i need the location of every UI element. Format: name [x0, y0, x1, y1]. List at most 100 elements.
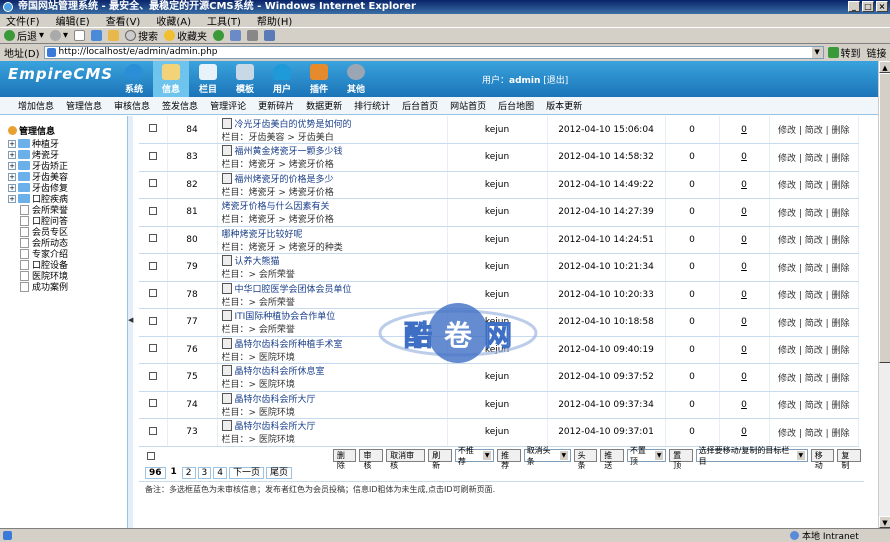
info-title-link[interactable]: 认养大熊猫	[235, 254, 280, 267]
simple-modify-link[interactable]: 简改	[805, 429, 823, 439]
expand-icon[interactable]: +	[8, 150, 16, 159]
info-comments-link[interactable]: 0	[719, 226, 770, 254]
subnav-ranking[interactable]: 排行统计	[354, 99, 390, 112]
sidebar-splitter[interactable]: ◀	[128, 116, 133, 528]
select-all-checkbox[interactable]	[147, 451, 155, 460]
subnav-audit-info[interactable]: 审核信息	[114, 99, 150, 112]
scroll-thumb[interactable]	[879, 73, 890, 363]
delete-link[interactable]: 删除	[832, 291, 850, 301]
delete-link[interactable]: 删除	[832, 429, 850, 439]
row-checkbox[interactable]	[148, 206, 157, 215]
nav-user[interactable]: 用户	[264, 61, 300, 97]
row-checkbox[interactable]	[148, 179, 157, 188]
info-title-link[interactable]: ITI国际种植协会合作单位	[235, 309, 336, 322]
info-comments-link[interactable]: 0	[719, 281, 770, 309]
modify-link[interactable]: 修改	[778, 429, 796, 439]
info-id[interactable]: 76	[167, 336, 218, 364]
menu-tools[interactable]: 工具(T)	[207, 13, 241, 28]
subnav-admin-map[interactable]: 后台地图	[498, 99, 534, 112]
row-checkbox[interactable]	[148, 234, 157, 243]
info-id[interactable]: 80	[167, 226, 218, 254]
simple-modify-link[interactable]: 简改	[805, 209, 823, 219]
subnav-sign-info[interactable]: 签发信息	[162, 99, 198, 112]
info-id[interactable]: 73	[167, 418, 218, 447]
expand-icon[interactable]: +	[8, 139, 16, 148]
modify-link[interactable]: 修改	[778, 401, 796, 411]
info-title-link[interactable]: 中华口腔医学会团体会员单位	[235, 282, 352, 295]
favorites-button[interactable]: 收藏夹	[164, 28, 207, 43]
info-title-link[interactable]: 晶特尔齿科会所大厅	[235, 419, 316, 432]
info-title-link[interactable]: 哪种烤瓷牙比较好呢	[222, 227, 303, 240]
back-button[interactable]: 后退 ▾	[4, 28, 44, 43]
delete-link[interactable]: 删除	[832, 374, 850, 384]
headline-select[interactable]: 取消头条 ▼	[523, 446, 571, 466]
subnav-admin-home[interactable]: 后台首页	[402, 99, 438, 112]
menu-favorites[interactable]: 收藏(A)	[156, 13, 191, 28]
go-button[interactable]: 转到	[827, 45, 861, 60]
row-checkbox[interactable]	[148, 426, 157, 435]
search-button[interactable]: 搜索	[125, 28, 158, 43]
tree-root[interactable]: 管理信息	[8, 124, 127, 137]
simple-modify-link[interactable]: 简改	[805, 374, 823, 384]
modify-link[interactable]: 修改	[778, 181, 796, 191]
collapse-arrow-icon[interactable]: ◀	[128, 316, 133, 324]
nav-template[interactable]: 模板	[227, 61, 263, 97]
info-id[interactable]: 79	[167, 253, 218, 282]
info-id[interactable]: 83	[167, 143, 218, 172]
push-button[interactable]: 推送	[600, 449, 624, 470]
move-button[interactable]: 移动	[810, 449, 835, 470]
info-id[interactable]: 82	[167, 171, 218, 199]
subnav-version-update[interactable]: 版本更新	[546, 99, 582, 112]
subnav-manage-comments[interactable]: 管理评论	[210, 99, 246, 112]
delete-link[interactable]: 删除	[832, 236, 850, 246]
maximize-button[interactable]: □	[862, 1, 874, 12]
info-id[interactable]: 84	[167, 116, 218, 144]
modify-link[interactable]: 修改	[778, 346, 796, 356]
next-page-link[interactable]: 下一页	[229, 466, 265, 479]
history-icon[interactable]	[213, 30, 225, 41]
info-id[interactable]: 81	[167, 198, 218, 227]
simple-modify-link[interactable]: 简改	[805, 126, 823, 136]
tree-node[interactable]: + 种植牙	[8, 138, 127, 150]
expand-icon[interactable]: +	[8, 172, 16, 181]
modify-link[interactable]: 修改	[778, 319, 796, 329]
delete-link[interactable]: 删除	[832, 154, 850, 164]
subnav-manage-info[interactable]: 管理信息	[66, 99, 102, 112]
delete-link[interactable]: 删除	[832, 209, 850, 219]
row-checkbox[interactable]	[148, 399, 157, 408]
tree-leaf[interactable]: 成功案例	[8, 281, 127, 293]
info-id[interactable]: 75	[167, 363, 218, 392]
simple-modify-link[interactable]: 简改	[805, 291, 823, 301]
address-dropdown[interactable]: ▼	[811, 46, 823, 58]
simple-modify-link[interactable]: 简改	[805, 154, 823, 164]
simple-modify-link[interactable]: 简改	[805, 181, 823, 191]
scroll-down-icon[interactable]: ▼	[879, 516, 890, 528]
edit-icon[interactable]	[264, 30, 276, 41]
row-checkbox[interactable]	[148, 289, 157, 298]
info-comments-link[interactable]: 0	[719, 418, 770, 447]
row-checkbox[interactable]	[148, 371, 157, 380]
info-title-link[interactable]: 晶特尔齿科会所种植手术室	[235, 337, 343, 350]
last-page-link[interactable]: 尾页	[266, 466, 293, 479]
address-input[interactable]: http://localhost/e/admin/admin.php ▼	[43, 45, 824, 59]
subnav-data-update[interactable]: 数据更新	[306, 99, 342, 112]
expand-icon[interactable]: +	[8, 183, 16, 192]
info-comments-link[interactable]: 0	[719, 198, 770, 227]
delete-link[interactable]: 删除	[832, 319, 850, 329]
nav-info[interactable]: 信息	[153, 61, 189, 97]
info-comments-link[interactable]: 0	[719, 391, 770, 419]
info-title-link[interactable]: 福州烤瓷牙的价格是多少	[235, 172, 334, 185]
info-title-link[interactable]: 冷光牙齿美白的优势是如何的	[235, 117, 352, 130]
target-column-select[interactable]: 选择要移动/复制的目标栏目 ▼	[695, 446, 808, 466]
forward-button[interactable]: ▾	[50, 30, 68, 41]
modify-link[interactable]: 修改	[778, 126, 796, 136]
vertical-scrollbar[interactable]: ▲ ▼	[878, 61, 890, 528]
info-comments-link[interactable]: 0	[719, 308, 770, 337]
info-title-link[interactable]: 晶特尔齿科会所休息室	[235, 364, 325, 377]
delete-link[interactable]: 删除	[832, 181, 850, 191]
delete-link[interactable]: 删除	[832, 264, 850, 274]
delete-link[interactable]: 删除	[832, 346, 850, 356]
menu-view[interactable]: 查看(V)	[106, 13, 141, 28]
modify-link[interactable]: 修改	[778, 374, 796, 384]
minimize-button[interactable]: _	[848, 1, 860, 12]
